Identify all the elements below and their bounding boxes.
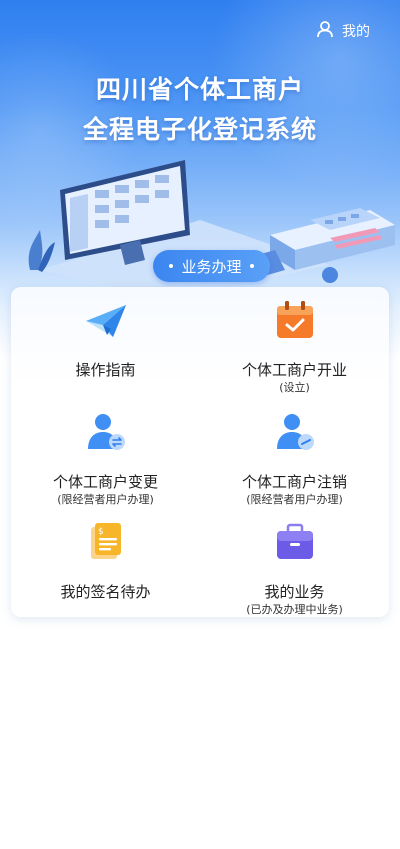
- menu-item-cancel-business-label: 个体工商户注销: [241, 473, 347, 491]
- menu-item-my-business-label: 我的业务: [264, 583, 325, 601]
- menu-item-open-business-sub: (设立): [279, 381, 310, 394]
- my-account-button[interactable]: 我的: [316, 20, 370, 42]
- svg-text:$: $: [98, 527, 104, 537]
- user-cancel-icon: [276, 414, 314, 450]
- pill-dot-right: [249, 264, 254, 268]
- menu-item-open-business-label: 个体工商户开业: [241, 361, 347, 379]
- menu-item-cancel-business[interactable]: 个体工商户注销 (限经营者用户办理): [200, 399, 389, 509]
- menu-item-guide-label: 操作指南: [75, 361, 136, 379]
- user-icon: [316, 20, 334, 42]
- menu-item-change-business-label: 个体工商户变更: [52, 473, 158, 491]
- menu-item-guide[interactable]: 操作指南: [11, 287, 200, 397]
- pill-dot-left: [169, 264, 174, 268]
- signature-doc-icon: $: [90, 523, 121, 559]
- menu-item-change-business-sub: (限经营者用户办理): [57, 493, 154, 506]
- my-account-label: 我的: [342, 24, 370, 40]
- menu-item-signature-todo-label: 我的签名待办: [60, 583, 151, 601]
- menu-item-open-business[interactable]: 个体工商户开业 (设立): [200, 287, 389, 397]
- section-title: 业务办理: [181, 257, 242, 276]
- section-title-pill: 业务办理: [153, 250, 270, 282]
- menu-item-my-business-sub: (已办及办理中业务): [246, 603, 343, 616]
- menu-item-signature-todo[interactable]: $ 我的签名待办: [11, 509, 200, 619]
- paper-plane-icon: [85, 305, 126, 337]
- system-title-line2: 全程电子化登记系统: [82, 115, 317, 144]
- menu-item-cancel-business-sub: (限经营者用户办理): [246, 493, 343, 506]
- calendar-check-icon: [276, 301, 313, 338]
- menu-item-change-business[interactable]: 个体工商户变更 (限经营者用户办理): [11, 399, 200, 509]
- system-title-line1: 四川省个体工商户: [95, 75, 304, 104]
- briefcase-icon: [276, 523, 313, 559]
- menu-item-my-business[interactable]: 我的业务 (已办及办理中业务): [200, 509, 389, 619]
- service-menu-card: 操作指南 个体工商户开业 (设立) 个体工商户变更 (限经营者用户办理) 个体工…: [11, 287, 389, 617]
- user-change-icon: [87, 414, 125, 450]
